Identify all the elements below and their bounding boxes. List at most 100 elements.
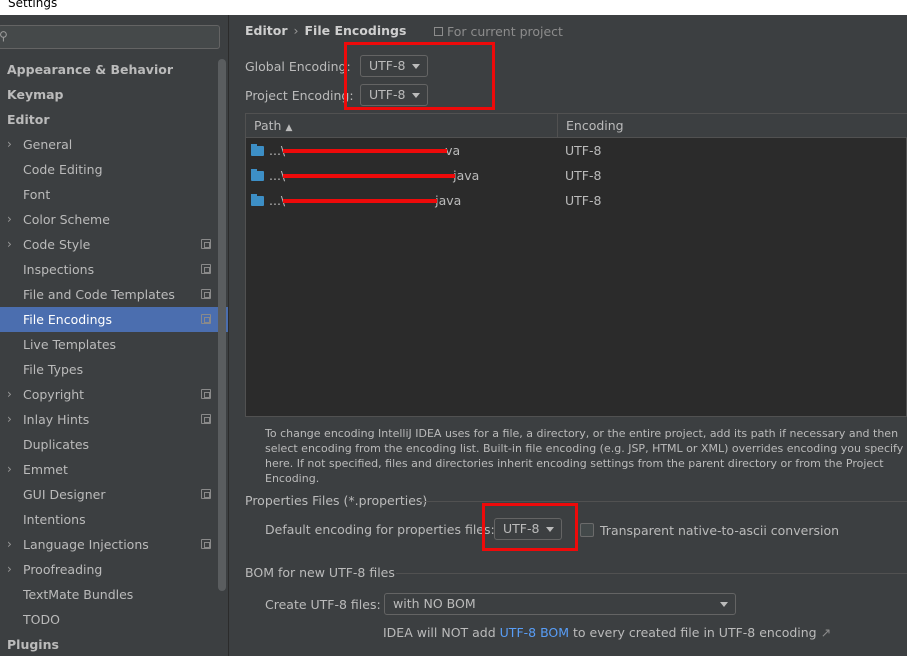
section-divider xyxy=(396,573,907,574)
row-encoding[interactable]: UTF-8 xyxy=(565,193,601,208)
properties-default-label: Default encoding for properties files: xyxy=(265,522,495,537)
chevron-right-icon[interactable]: › xyxy=(7,382,12,407)
sidebar-item-file-and-code-templates[interactable]: File and Code Templates xyxy=(0,282,228,307)
sidebar-item-live-templates[interactable]: Live Templates xyxy=(0,332,228,357)
sidebar-item-editor[interactable]: Editor xyxy=(0,107,228,132)
project-scope-icon xyxy=(201,314,211,324)
breadcrumb: Editor › File Encodings xyxy=(245,23,406,38)
column-divider[interactable] xyxy=(557,114,558,138)
settings-main-panel: Editor › File Encodings For current projec… xyxy=(230,15,907,656)
path-encoding-table: Path ▲ Encoding ...\ va UTF-8 ...\ java UTF-8… xyxy=(245,113,907,417)
path-suffix: va xyxy=(445,143,461,158)
chevron-right-icon[interactable]: › xyxy=(7,232,12,257)
breadcrumb-parent[interactable]: Editor xyxy=(245,23,288,38)
sidebar-scrollbar[interactable] xyxy=(218,59,226,591)
table-row[interactable]: ...\ va UTF-8 xyxy=(246,138,907,163)
folder-icon xyxy=(251,144,264,156)
sidebar-item-font[interactable]: Font xyxy=(0,182,228,207)
sidebar-item-label: Font xyxy=(23,187,51,202)
sidebar-item-gui-designer[interactable]: GUI Designer xyxy=(0,482,228,507)
sidebar-item-intentions[interactable]: Intentions xyxy=(0,507,228,532)
column-header-path[interactable]: Path ▲ xyxy=(254,118,292,133)
project-scope-icon xyxy=(201,389,211,399)
sidebar-item-inspections[interactable]: Inspections xyxy=(0,257,228,282)
section-divider xyxy=(420,501,907,502)
chevron-right-icon[interactable]: › xyxy=(7,532,12,557)
path-suffix: java xyxy=(435,193,462,208)
bom-section-title: BOM for new UTF-8 files xyxy=(245,565,395,580)
sidebar-item-copyright[interactable]: › Copyright xyxy=(0,382,228,407)
sidebar-item-inlay-hints[interactable]: › Inlay Hints xyxy=(0,407,228,432)
search-icon: ⚲ xyxy=(0,29,8,43)
settings-search-input[interactable]: ⚲ xyxy=(0,25,220,49)
sidebar-item-keymap[interactable]: Keymap xyxy=(0,82,228,107)
sidebar-item-color-scheme[interactable]: › Color Scheme xyxy=(0,207,228,232)
scope-note: For current project xyxy=(434,24,563,39)
sidebar-item-general[interactable]: › General xyxy=(0,132,228,157)
sidebar-item-proofreading[interactable]: › Proofreading xyxy=(0,557,228,582)
folder-icon xyxy=(251,169,264,181)
chevron-right-icon[interactable]: › xyxy=(7,207,12,232)
bom-option-value: with NO BOM xyxy=(393,596,476,611)
sidebar-item-code-style[interactable]: › Code Style xyxy=(0,232,228,257)
sidebar-item-label: Appearance & Behavior xyxy=(7,62,173,77)
table-row[interactable]: ...\ java UTF-8 xyxy=(246,188,907,213)
bom-note-suffix: to every created file in UTF-8 encoding xyxy=(569,625,817,640)
external-link-icon: ↗ xyxy=(820,625,832,640)
utf8-bom-link[interactable]: UTF-8 BOM xyxy=(500,625,569,640)
project-scope-icon xyxy=(434,27,443,36)
sidebar-item-label: Inspections xyxy=(23,262,95,277)
sidebar-item-label: File Encodings xyxy=(23,312,113,327)
sidebar-item-textmate-bundles[interactable]: TextMate Bundles xyxy=(0,582,228,607)
bom-option-dropdown[interactable]: with NO BOM xyxy=(384,593,736,615)
sidebar-item-label: Code Style xyxy=(23,237,91,252)
project-scope-icon xyxy=(201,289,211,299)
table-row[interactable]: ...\ java UTF-8 xyxy=(246,163,907,188)
window-titlebar: Settings xyxy=(0,0,907,15)
sidebar-item-label: GUI Designer xyxy=(23,487,106,502)
sort-ascending-icon: ▲ xyxy=(285,123,293,133)
sidebar-item-label: Intentions xyxy=(23,512,86,527)
sidebar-item-label: Duplicates xyxy=(23,437,90,452)
sidebar-item-appearance-behavior[interactable]: Appearance & Behavior xyxy=(0,57,228,82)
row-encoding[interactable]: UTF-8 xyxy=(565,143,601,158)
transparent-conversion-label[interactable]: Transparent native-to-ascii conversion xyxy=(600,523,839,538)
annotation-highlight-box xyxy=(482,503,578,551)
sidebar-item-label: Editor xyxy=(7,112,50,127)
project-scope-icon xyxy=(201,264,211,274)
sidebar-item-todo[interactable]: TODO xyxy=(0,607,228,632)
project-scope-icon xyxy=(201,489,211,499)
chevron-right-icon[interactable]: › xyxy=(7,557,12,582)
sidebar-item-label: Inlay Hints xyxy=(23,412,90,427)
sidebar-item-file-types[interactable]: File Types xyxy=(0,357,228,382)
sidebar-item-plugins[interactable]: Plugins xyxy=(0,632,228,656)
window-title: Settings xyxy=(8,0,58,10)
chevron-right-icon[interactable]: › xyxy=(7,457,12,482)
transparent-conversion-checkbox[interactable] xyxy=(580,523,594,537)
sidebar-item-file-encodings[interactable]: File Encodings xyxy=(0,307,228,332)
sidebar-item-label: Keymap xyxy=(7,87,64,102)
sidebar-item-label: Code Editing xyxy=(23,162,103,177)
chevron-right-icon[interactable]: › xyxy=(7,132,12,157)
path-suffix: java xyxy=(453,168,480,183)
table-header: Path ▲ Encoding xyxy=(246,114,907,138)
annotation-highlight-box xyxy=(344,42,495,110)
redaction-mark xyxy=(283,174,455,178)
chevron-down-icon xyxy=(720,602,728,607)
chevron-right-icon[interactable]: › xyxy=(7,407,12,432)
breadcrumb-current: File Encodings xyxy=(304,23,407,38)
sidebar-item-code-editing[interactable]: Code Editing xyxy=(0,157,228,182)
sidebar-item-emmet[interactable]: › Emmet xyxy=(0,457,228,482)
sidebar-item-language-injections[interactable]: › Language Injections xyxy=(0,532,228,557)
properties-section-title: Properties Files (*.properties) xyxy=(245,493,428,508)
redaction-mark xyxy=(283,149,447,153)
sidebar-item-duplicates[interactable]: Duplicates xyxy=(0,432,228,457)
sidebar-item-label: Live Templates xyxy=(23,337,117,352)
row-encoding[interactable]: UTF-8 xyxy=(565,168,601,183)
bom-note-prefix: IDEA will NOT add xyxy=(383,625,500,640)
sidebar-item-label: TODO xyxy=(23,612,60,627)
column-header-encoding[interactable]: Encoding xyxy=(566,118,624,133)
create-utf8-label: Create UTF-8 files: xyxy=(265,597,381,612)
scope-note-label: For current project xyxy=(447,24,563,39)
sidebar-item-label: Emmet xyxy=(23,462,68,477)
